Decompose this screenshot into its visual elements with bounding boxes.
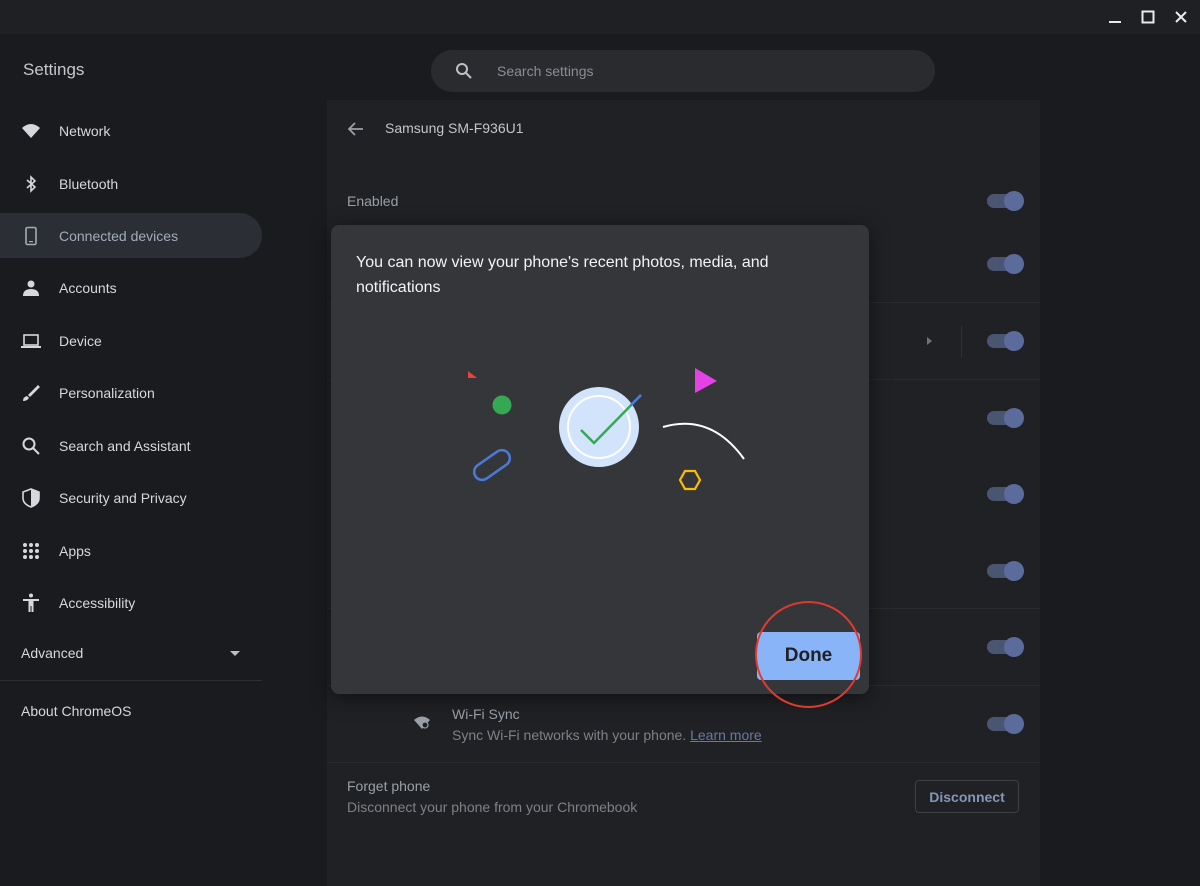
toggle-knob	[1004, 714, 1024, 734]
wifi-icon	[21, 121, 41, 141]
sidebar-item-label: Personalization	[59, 384, 155, 401]
caret-down-icon	[230, 651, 240, 656]
wifi-sync-icon	[414, 716, 430, 729]
sidebar-item-label: Network	[59, 122, 111, 139]
maximize-icon[interactable]	[1137, 6, 1159, 28]
person-icon	[21, 278, 41, 298]
sidebar-item-label: Security and Privacy	[59, 489, 187, 506]
vertical-separator	[961, 325, 962, 357]
toggle-knob	[1004, 561, 1024, 581]
sidebar-item-connected-devices[interactable]: Connected devices	[0, 213, 262, 258]
done-button[interactable]: Done	[757, 632, 860, 680]
forget-phone-label: Forget phone	[347, 778, 431, 794]
sidebar-item-network[interactable]: Network	[0, 108, 262, 153]
feature-toggle-1[interactable]	[987, 254, 1024, 274]
sidebar-item-device[interactable]: Device	[0, 318, 262, 363]
brush-icon	[21, 383, 41, 403]
sidebar-item-label: Apps	[59, 542, 91, 559]
disconnect-button[interactable]: Disconnect	[915, 780, 1019, 813]
check-circle-shape	[559, 387, 639, 467]
wifi-sync-label: Wi-Fi Sync	[452, 706, 520, 722]
sidebar-item-personalization[interactable]: Personalization	[0, 370, 262, 415]
green-dot-shape	[492, 395, 512, 415]
search-icon	[21, 436, 41, 456]
search-bar[interactable]	[431, 50, 935, 92]
toggle-knob	[1004, 254, 1024, 274]
checkmark-icon	[580, 394, 642, 445]
wifi-sync-description-text: Sync Wi-Fi networks with your phone.	[452, 727, 687, 743]
advanced-section-toggle[interactable]: Advanced	[0, 634, 262, 674]
sidebar-item-label: Accessibility	[59, 594, 136, 611]
feature-toggle-2[interactable]	[987, 331, 1024, 351]
advanced-label: Advanced	[21, 645, 84, 661]
blue-pill-shape	[472, 448, 512, 482]
close-icon[interactable]	[1170, 6, 1192, 28]
toggle-knob	[1004, 637, 1024, 657]
feature-toggle-3[interactable]	[987, 408, 1024, 428]
sidebar-item-accessibility[interactable]: Accessibility	[0, 580, 262, 625]
toggle-knob	[1004, 191, 1024, 211]
search-icon	[456, 63, 472, 79]
back-arrow-icon[interactable]	[347, 120, 365, 138]
feature-toggle-4[interactable]	[987, 484, 1024, 504]
magenta-triangle-shape	[695, 368, 717, 393]
row-divider	[327, 762, 1040, 763]
white-curve-shape	[662, 422, 745, 460]
page-title: Samsung SM-F936U1	[385, 120, 524, 136]
yellow-hexagon-shape	[678, 469, 702, 491]
sidebar-item-search-and-assistant[interactable]: Search and Assistant	[0, 423, 262, 468]
sidebar-item-accounts[interactable]: Accounts	[0, 265, 262, 310]
toggle-knob	[1004, 331, 1024, 351]
setup-complete-dialog: You can now view your phone's recent pho…	[331, 225, 869, 694]
accessibility-icon	[21, 593, 41, 613]
sidebar-item-label: Search and Assistant	[59, 437, 191, 454]
search-input[interactable]	[497, 63, 897, 79]
phone-icon	[21, 226, 41, 246]
sidebar-item-bluetooth[interactable]: Bluetooth	[0, 161, 262, 206]
sidebar-item-label: Connected devices	[59, 227, 179, 244]
apps-grid-icon	[21, 541, 41, 561]
minimize-icon[interactable]	[1104, 6, 1126, 28]
sidebar-item-label: Bluetooth	[59, 175, 119, 192]
sidebar-item-apps[interactable]: Apps	[0, 528, 262, 573]
red-triangle-shape	[468, 371, 477, 378]
enabled-label: Enabled	[347, 193, 399, 209]
chevron-right-icon[interactable]	[926, 336, 934, 346]
feature-toggle-6[interactable]	[987, 637, 1024, 657]
wifi-sync-description: Sync Wi-Fi networks with your phone. Lea…	[452, 727, 762, 743]
toggle-knob	[1004, 484, 1024, 504]
laptop-icon	[21, 331, 41, 351]
window-titlebar	[0, 0, 1200, 34]
feature-toggle-5[interactable]	[987, 561, 1024, 581]
shield-icon	[21, 487, 41, 508]
sidebar-item-label: Accounts	[59, 279, 117, 296]
sidebar-item-label: Device	[59, 332, 102, 349]
wifi-sync-toggle[interactable]	[987, 714, 1024, 734]
sidebar-divider	[0, 680, 262, 681]
about-chromeos-link[interactable]: About ChromeOS	[21, 703, 132, 719]
toggle-knob	[1004, 408, 1024, 428]
bluetooth-icon	[21, 174, 41, 194]
forget-phone-description: Disconnect your phone from your Chromebo…	[347, 799, 638, 815]
enabled-toggle[interactable]	[987, 191, 1024, 211]
dialog-title: You can now view your phone's recent pho…	[356, 254, 769, 296]
sidebar-item-security-and-privacy[interactable]: Security and Privacy	[0, 475, 262, 520]
app-title: Settings	[23, 60, 85, 79]
learn-more-link[interactable]: Learn more	[690, 727, 762, 743]
